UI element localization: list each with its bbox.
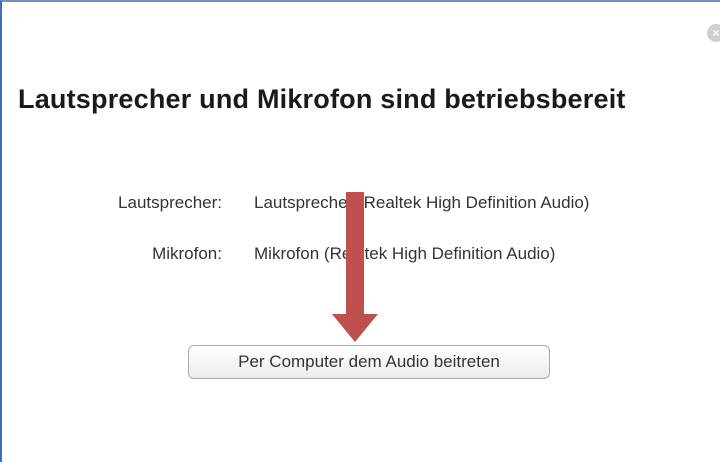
speaker-label: Lautsprecher: xyxy=(118,193,222,212)
speaker-value: Lautsprecher (Realtek High Definition Au… xyxy=(254,193,590,212)
close-icon[interactable]: × xyxy=(707,24,720,42)
join-computer-audio-button[interactable]: Per Computer dem Audio beitreten xyxy=(188,345,550,379)
dialog-title: Lautsprecher und Mikrofon sind betriebsb… xyxy=(18,84,626,114)
audio-dialog: × Lautsprecher und Mikrofon sind betrieb… xyxy=(0,0,720,462)
down-arrow-icon xyxy=(332,192,378,342)
microphone-value: Mikrofon (Realtek High Definition Audio) xyxy=(254,244,556,263)
microphone-label: Mikrofon: xyxy=(152,244,222,263)
